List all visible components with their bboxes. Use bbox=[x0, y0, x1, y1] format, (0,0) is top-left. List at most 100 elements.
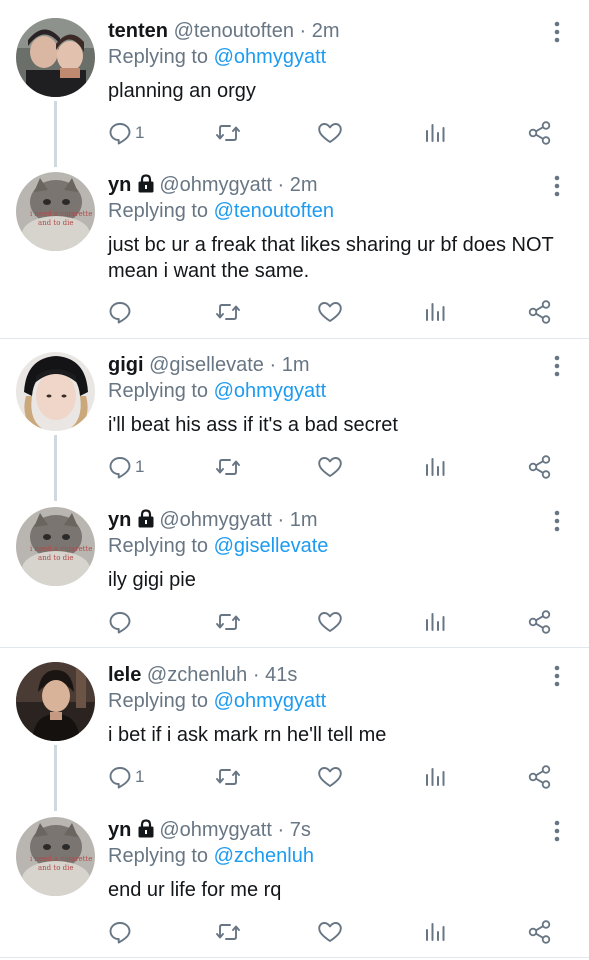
more-icon[interactable] bbox=[551, 20, 563, 44]
retweet-button[interactable] bbox=[215, 452, 241, 482]
reply-icon bbox=[109, 457, 131, 479]
analytics-button[interactable] bbox=[424, 917, 446, 947]
analytics-icon bbox=[426, 458, 445, 476]
retweet-button[interactable] bbox=[215, 762, 241, 792]
mention-link[interactable]: @tenoutoften bbox=[214, 200, 334, 222]
thread-line bbox=[54, 101, 57, 167]
more-icon[interactable] bbox=[551, 819, 563, 843]
divider bbox=[0, 338, 589, 339]
username[interactable]: @gisellevate bbox=[149, 354, 264, 376]
like-button[interactable] bbox=[317, 297, 343, 327]
display-name[interactable]: yn bbox=[108, 174, 131, 196]
tweet[interactable]: gigi @gisellevate · 1m Replying to @ohmy… bbox=[0, 352, 589, 501]
tweet-header: yn @ohmygyatt · 2m bbox=[108, 172, 318, 198]
retweet-button[interactable] bbox=[215, 917, 241, 947]
timestamp[interactable]: 1m bbox=[290, 509, 318, 531]
mention-link[interactable]: @zchenluh bbox=[214, 845, 314, 867]
like-button[interactable] bbox=[317, 118, 343, 148]
more-icon[interactable] bbox=[551, 174, 563, 198]
username[interactable]: @ohmygyatt bbox=[159, 509, 272, 531]
tweet-text: i'll beat his ass if it's a bad secret bbox=[108, 414, 398, 436]
tweet-text: end ur life for me rq bbox=[108, 879, 282, 901]
reply-count: 1 bbox=[135, 767, 145, 786]
analytics-button[interactable] bbox=[424, 607, 446, 637]
avatar[interactable] bbox=[16, 352, 95, 431]
analytics-button[interactable] bbox=[424, 452, 446, 482]
analytics-button[interactable] bbox=[424, 762, 446, 792]
mention-link[interactable]: @gisellevate bbox=[214, 535, 329, 557]
tweet-text: just bc ur a freak that likes sharing ur… bbox=[108, 234, 554, 282]
reply-button[interactable]: 1 bbox=[108, 452, 144, 482]
analytics-icon bbox=[426, 303, 445, 321]
separator: · bbox=[277, 509, 285, 531]
display-name[interactable]: lele bbox=[108, 664, 141, 686]
reply-button[interactable]: 1 bbox=[108, 118, 144, 148]
tweet[interactable]: tenten @tenoutoften · 2m Replying to @oh… bbox=[0, 18, 589, 167]
tweet-header: lele @zchenluh · 41s bbox=[108, 662, 297, 688]
tweet[interactable]: i need a cigarette and to die yn @ohmygya… bbox=[0, 817, 589, 957]
reply-button[interactable] bbox=[108, 607, 135, 637]
replying-to: Replying to @tenoutoften bbox=[108, 198, 334, 224]
display-name[interactable]: yn bbox=[108, 819, 131, 841]
like-icon bbox=[318, 302, 342, 322]
share-button[interactable] bbox=[527, 762, 553, 792]
retweet-button[interactable] bbox=[215, 297, 241, 327]
share-button[interactable] bbox=[527, 297, 553, 327]
reply-count: 1 bbox=[135, 457, 145, 476]
mention-link[interactable]: @ohmygyatt bbox=[214, 46, 327, 68]
like-button[interactable] bbox=[317, 452, 343, 482]
share-button[interactable] bbox=[527, 118, 553, 148]
like-button[interactable] bbox=[317, 607, 343, 637]
share-button[interactable] bbox=[527, 452, 553, 482]
reply-button[interactable]: 1 bbox=[108, 762, 144, 792]
tweet-text: ily gigi pie bbox=[108, 569, 196, 591]
thread-line bbox=[54, 435, 57, 501]
reply-icon bbox=[109, 302, 131, 324]
timestamp[interactable]: 7s bbox=[290, 819, 311, 841]
avatar[interactable]: i need a cigarette and to die bbox=[16, 172, 95, 251]
tweet[interactable]: lele @zchenluh · 41s Replying to @ohmygy… bbox=[0, 662, 589, 811]
retweet-icon bbox=[216, 924, 240, 940]
more-icon[interactable] bbox=[551, 509, 563, 533]
avatar[interactable]: i need a cigarette and to die bbox=[16, 507, 95, 586]
username[interactable]: @zchenluh bbox=[147, 664, 247, 686]
share-button[interactable] bbox=[527, 917, 553, 947]
username[interactable]: @tenoutoften bbox=[174, 20, 294, 42]
username[interactable]: @ohmygyatt bbox=[159, 174, 272, 196]
more-icon[interactable] bbox=[551, 664, 563, 688]
reply-button[interactable] bbox=[108, 297, 135, 327]
reply-icon bbox=[109, 922, 131, 944]
tweet[interactable]: i need a cigarette and to die yn @ohmygya… bbox=[0, 172, 589, 337]
timestamp[interactable]: 2m bbox=[290, 174, 318, 196]
action-bar: 1 bbox=[108, 118, 568, 148]
analytics-button[interactable] bbox=[424, 297, 446, 327]
timestamp[interactable]: 1m bbox=[282, 354, 310, 376]
retweet-button[interactable] bbox=[215, 607, 241, 637]
analytics-button[interactable] bbox=[424, 118, 446, 148]
like-icon bbox=[318, 767, 342, 787]
avatar[interactable]: i need a cigarette and to die bbox=[16, 817, 95, 896]
more-icon[interactable] bbox=[551, 354, 563, 378]
like-icon bbox=[318, 612, 342, 632]
username[interactable]: @ohmygyatt bbox=[159, 819, 272, 841]
timestamp[interactable]: 2m bbox=[312, 20, 340, 42]
display-name[interactable]: tenten bbox=[108, 20, 168, 42]
avatar[interactable] bbox=[16, 662, 95, 741]
tweet[interactable]: i need a cigarette and to die yn @ohmygya… bbox=[0, 507, 589, 647]
retweet-button[interactable] bbox=[215, 118, 241, 148]
like-button[interactable] bbox=[317, 917, 343, 947]
display-name[interactable]: gigi bbox=[108, 354, 144, 376]
share-button[interactable] bbox=[527, 607, 553, 637]
tweet-header: yn @ohmygyatt · 7s bbox=[108, 817, 311, 843]
avatar-caption: i need a cigarette and to die bbox=[30, 210, 93, 227]
mention-link[interactable]: @ohmygyatt bbox=[214, 690, 327, 712]
share-icon bbox=[528, 920, 551, 944]
like-button[interactable] bbox=[317, 762, 343, 792]
avatar[interactable] bbox=[16, 18, 95, 97]
separator: · bbox=[277, 174, 285, 196]
reply-button[interactable] bbox=[108, 917, 135, 947]
tweet-text: planning an orgy bbox=[108, 80, 256, 102]
display-name[interactable]: yn bbox=[108, 509, 131, 531]
mention-link[interactable]: @ohmygyatt bbox=[214, 380, 327, 402]
timestamp[interactable]: 41s bbox=[265, 664, 297, 686]
